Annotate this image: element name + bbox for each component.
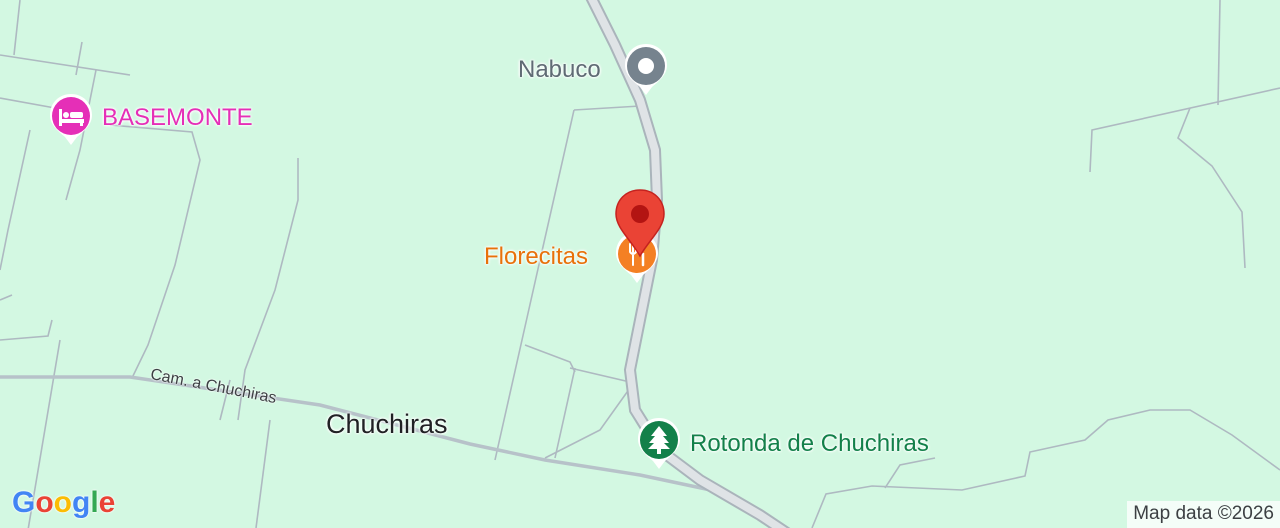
logo-letter: o <box>53 486 72 519</box>
google-logo[interactable]: Google <box>12 486 115 520</box>
place-label-chuchiras[interactable]: Chuchiras <box>326 411 448 438</box>
map-canvas[interactable]: Nabuco BASEMONTE Florecitas Rotonda de C… <box>0 0 1280 528</box>
poi-label-rotonda-de-chuchiras[interactable]: Rotonda de Chuchiras <box>690 432 929 456</box>
map-attribution[interactable]: Map data ©2026 <box>1127 501 1280 528</box>
poi-marker-nabuco[interactable] <box>623 42 669 98</box>
tree-icon <box>638 418 680 469</box>
poi-label-nabuco[interactable]: Nabuco <box>518 58 601 82</box>
poi-marker-rotonda-de-chuchiras[interactable] <box>636 416 682 472</box>
bed-icon <box>50 94 92 145</box>
poi-label-basemonte[interactable]: BASEMONTE <box>102 106 253 130</box>
location-dot-icon <box>625 44 667 95</box>
logo-letter: g <box>72 486 91 519</box>
logo-letter: e <box>98 486 116 519</box>
poi-marker-basemonte[interactable] <box>48 92 94 148</box>
selected-location-marker[interactable] <box>613 188 667 258</box>
logo-letter: l <box>90 486 99 519</box>
logo-letter: G <box>12 486 36 519</box>
map-pin-icon <box>615 189 665 258</box>
logo-letter: o <box>35 486 54 519</box>
poi-label-florecitas[interactable]: Florecitas <box>484 245 588 269</box>
